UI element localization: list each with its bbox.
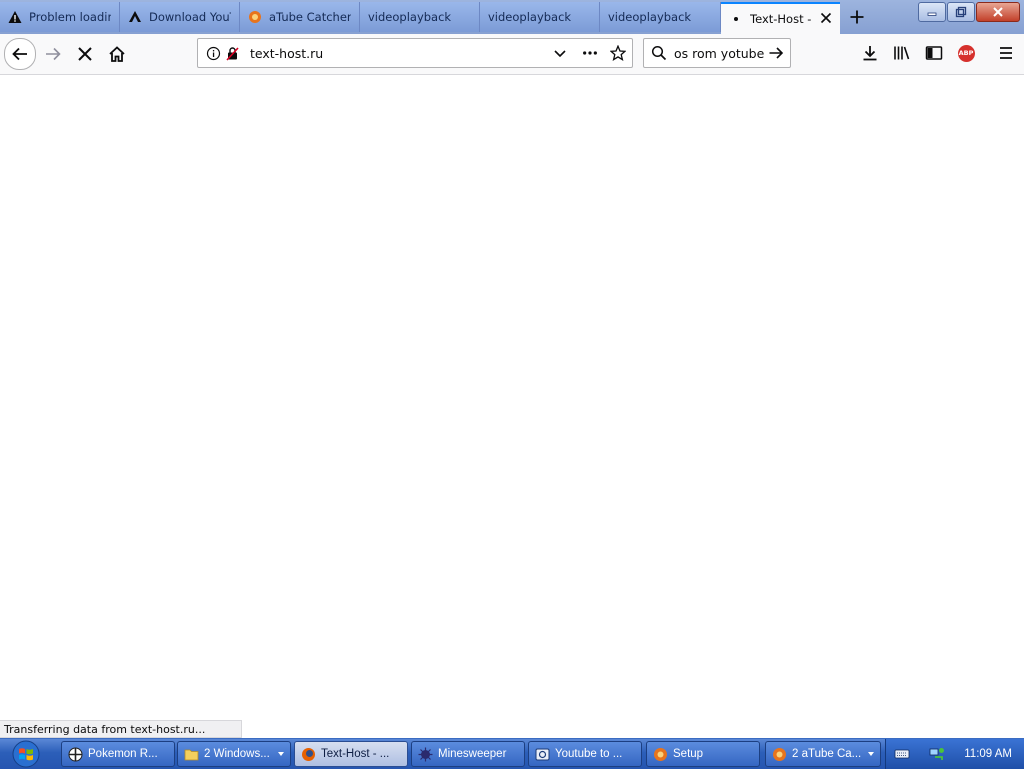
taskbar-label: Pokemon R... (88, 748, 158, 760)
group-dropdown-icon (278, 752, 284, 756)
taskbar-item-atube-catcher[interactable]: 2 aTube Ca... (765, 741, 881, 767)
close-icon (993, 7, 1003, 17)
close-tab-icon[interactable] (818, 10, 834, 26)
folder-icon (184, 747, 199, 762)
new-tab-button[interactable] (846, 6, 868, 28)
pokemon-app-icon (68, 747, 83, 762)
taskbar-label: Youtube to ... (555, 748, 623, 760)
tab-text-host[interactable]: Text-Host - (721, 2, 840, 34)
stop-icon (78, 47, 92, 61)
tab-label: videoplayback (488, 10, 572, 24)
loading-dot-icon (729, 12, 743, 26)
taskbar-item-minesweeper[interactable]: Minesweeper (411, 741, 525, 767)
menu-button[interactable] (995, 42, 1017, 64)
atube-icon (248, 10, 262, 24)
tab-download-youtube[interactable]: Download YouTube (120, 2, 240, 32)
tab-label: videoplayback (368, 10, 452, 24)
sidebar-icon (925, 46, 943, 60)
download-site-icon (128, 10, 142, 24)
minimize-icon (927, 12, 937, 16)
restore-icon (955, 6, 967, 18)
address-bar[interactable]: text-host.ru (197, 38, 633, 68)
taskbar-label: Text-Host - ... (321, 748, 390, 760)
taskbar-item-youtube-converter[interactable]: Youtube to ... (528, 741, 642, 767)
taskbar-item-setup[interactable]: Setup (646, 741, 760, 767)
status-panel: Transferring data from text-host.ru... (0, 720, 242, 738)
home-button[interactable] (102, 39, 132, 69)
page-actions-icon[interactable] (582, 45, 598, 61)
tab-strip: Problem loading page Download YouTube aT… (0, 0, 1024, 35)
plus-icon (850, 10, 864, 24)
insecure-lock-icon[interactable] (224, 45, 240, 61)
info-icon[interactable] (205, 45, 221, 61)
adblock-icon: ABP (957, 44, 975, 62)
chevron-down-icon[interactable] (552, 45, 568, 61)
adblock-button[interactable]: ABP (955, 42, 977, 64)
clock[interactable]: 11:09 AM (964, 748, 1012, 760)
library-button[interactable] (891, 42, 913, 64)
download-icon (863, 46, 877, 61)
search-go-icon[interactable] (768, 45, 784, 64)
library-icon (894, 46, 910, 60)
taskbar-label: Minesweeper (438, 748, 507, 760)
home-icon (109, 46, 125, 62)
sidebar-button[interactable] (923, 42, 945, 64)
taskbar-label: 2 aTube Ca... (792, 748, 862, 760)
url-text: text-host.ru (250, 46, 324, 61)
taskbar-label: Setup (673, 748, 704, 760)
window-controls (918, 2, 1020, 22)
group-dropdown-icon (868, 752, 874, 756)
forward-button[interactable] (38, 39, 68, 69)
close-window-button[interactable] (976, 2, 1020, 22)
tab-atube-catcher[interactable]: aTube Catcher (240, 2, 360, 32)
system-tray: 11:09 AM (885, 739, 1024, 769)
bookmark-star-icon[interactable] (610, 45, 626, 61)
atube-icon (772, 747, 787, 762)
taskbar-item-firefox[interactable]: Text-Host - ... (294, 741, 408, 767)
tab-label: Problem loading page (29, 10, 111, 24)
tab-problem-loading[interactable]: Problem loading page (0, 2, 120, 32)
tab-videoplayback-2[interactable]: videoplayback (480, 2, 600, 32)
downloads-button[interactable] (859, 42, 881, 64)
windows-taskbar: Pokemon R... 2 Windows... Text-Host - ..… (0, 738, 1024, 769)
minimize-button[interactable] (918, 2, 946, 22)
minesweeper-icon (418, 747, 433, 762)
network-icon[interactable] (928, 746, 944, 762)
page-content (0, 75, 1024, 720)
back-button[interactable] (4, 38, 36, 70)
youtube-converter-icon (535, 747, 550, 762)
search-query: os rom yotube (674, 46, 765, 61)
restore-button[interactable] (947, 2, 975, 22)
tab-videoplayback-3[interactable]: videoplayback (600, 2, 721, 32)
stop-button[interactable] (70, 39, 100, 69)
keyboard-icon[interactable] (894, 748, 910, 760)
taskbar-item-pokemon[interactable]: Pokemon R... (61, 741, 175, 767)
back-arrow-icon (12, 47, 27, 61)
navigation-toolbar: text-host.ru os rom yotube ABP (0, 34, 1024, 75)
hamburger-menu-icon (1000, 47, 1012, 59)
search-bar[interactable]: os rom yotube (643, 38, 791, 68)
atube-icon (653, 747, 668, 762)
tab-videoplayback-1[interactable]: videoplayback (360, 2, 480, 32)
search-icon (651, 45, 667, 64)
tab-label: aTube Catcher (269, 10, 351, 24)
taskbar-item-windows-explorer[interactable]: 2 Windows... (177, 741, 291, 767)
forward-arrow-icon (46, 47, 61, 61)
taskbar-label: 2 Windows... (204, 748, 270, 760)
tab-label: videoplayback (608, 10, 692, 24)
firefox-icon (301, 747, 316, 762)
tab-label: Download YouTube (149, 10, 231, 24)
start-button[interactable] (6, 740, 46, 768)
warning-icon (8, 10, 22, 24)
windows-logo-icon (12, 740, 40, 768)
